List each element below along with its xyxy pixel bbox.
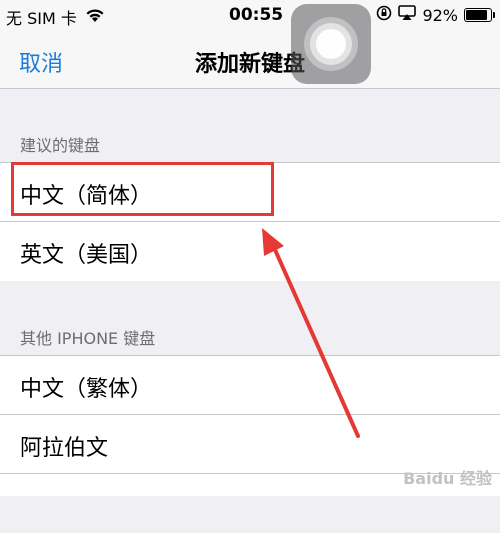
annotation-arrow [262,228,360,438]
watermark: Baidu 经验 [403,469,492,488]
